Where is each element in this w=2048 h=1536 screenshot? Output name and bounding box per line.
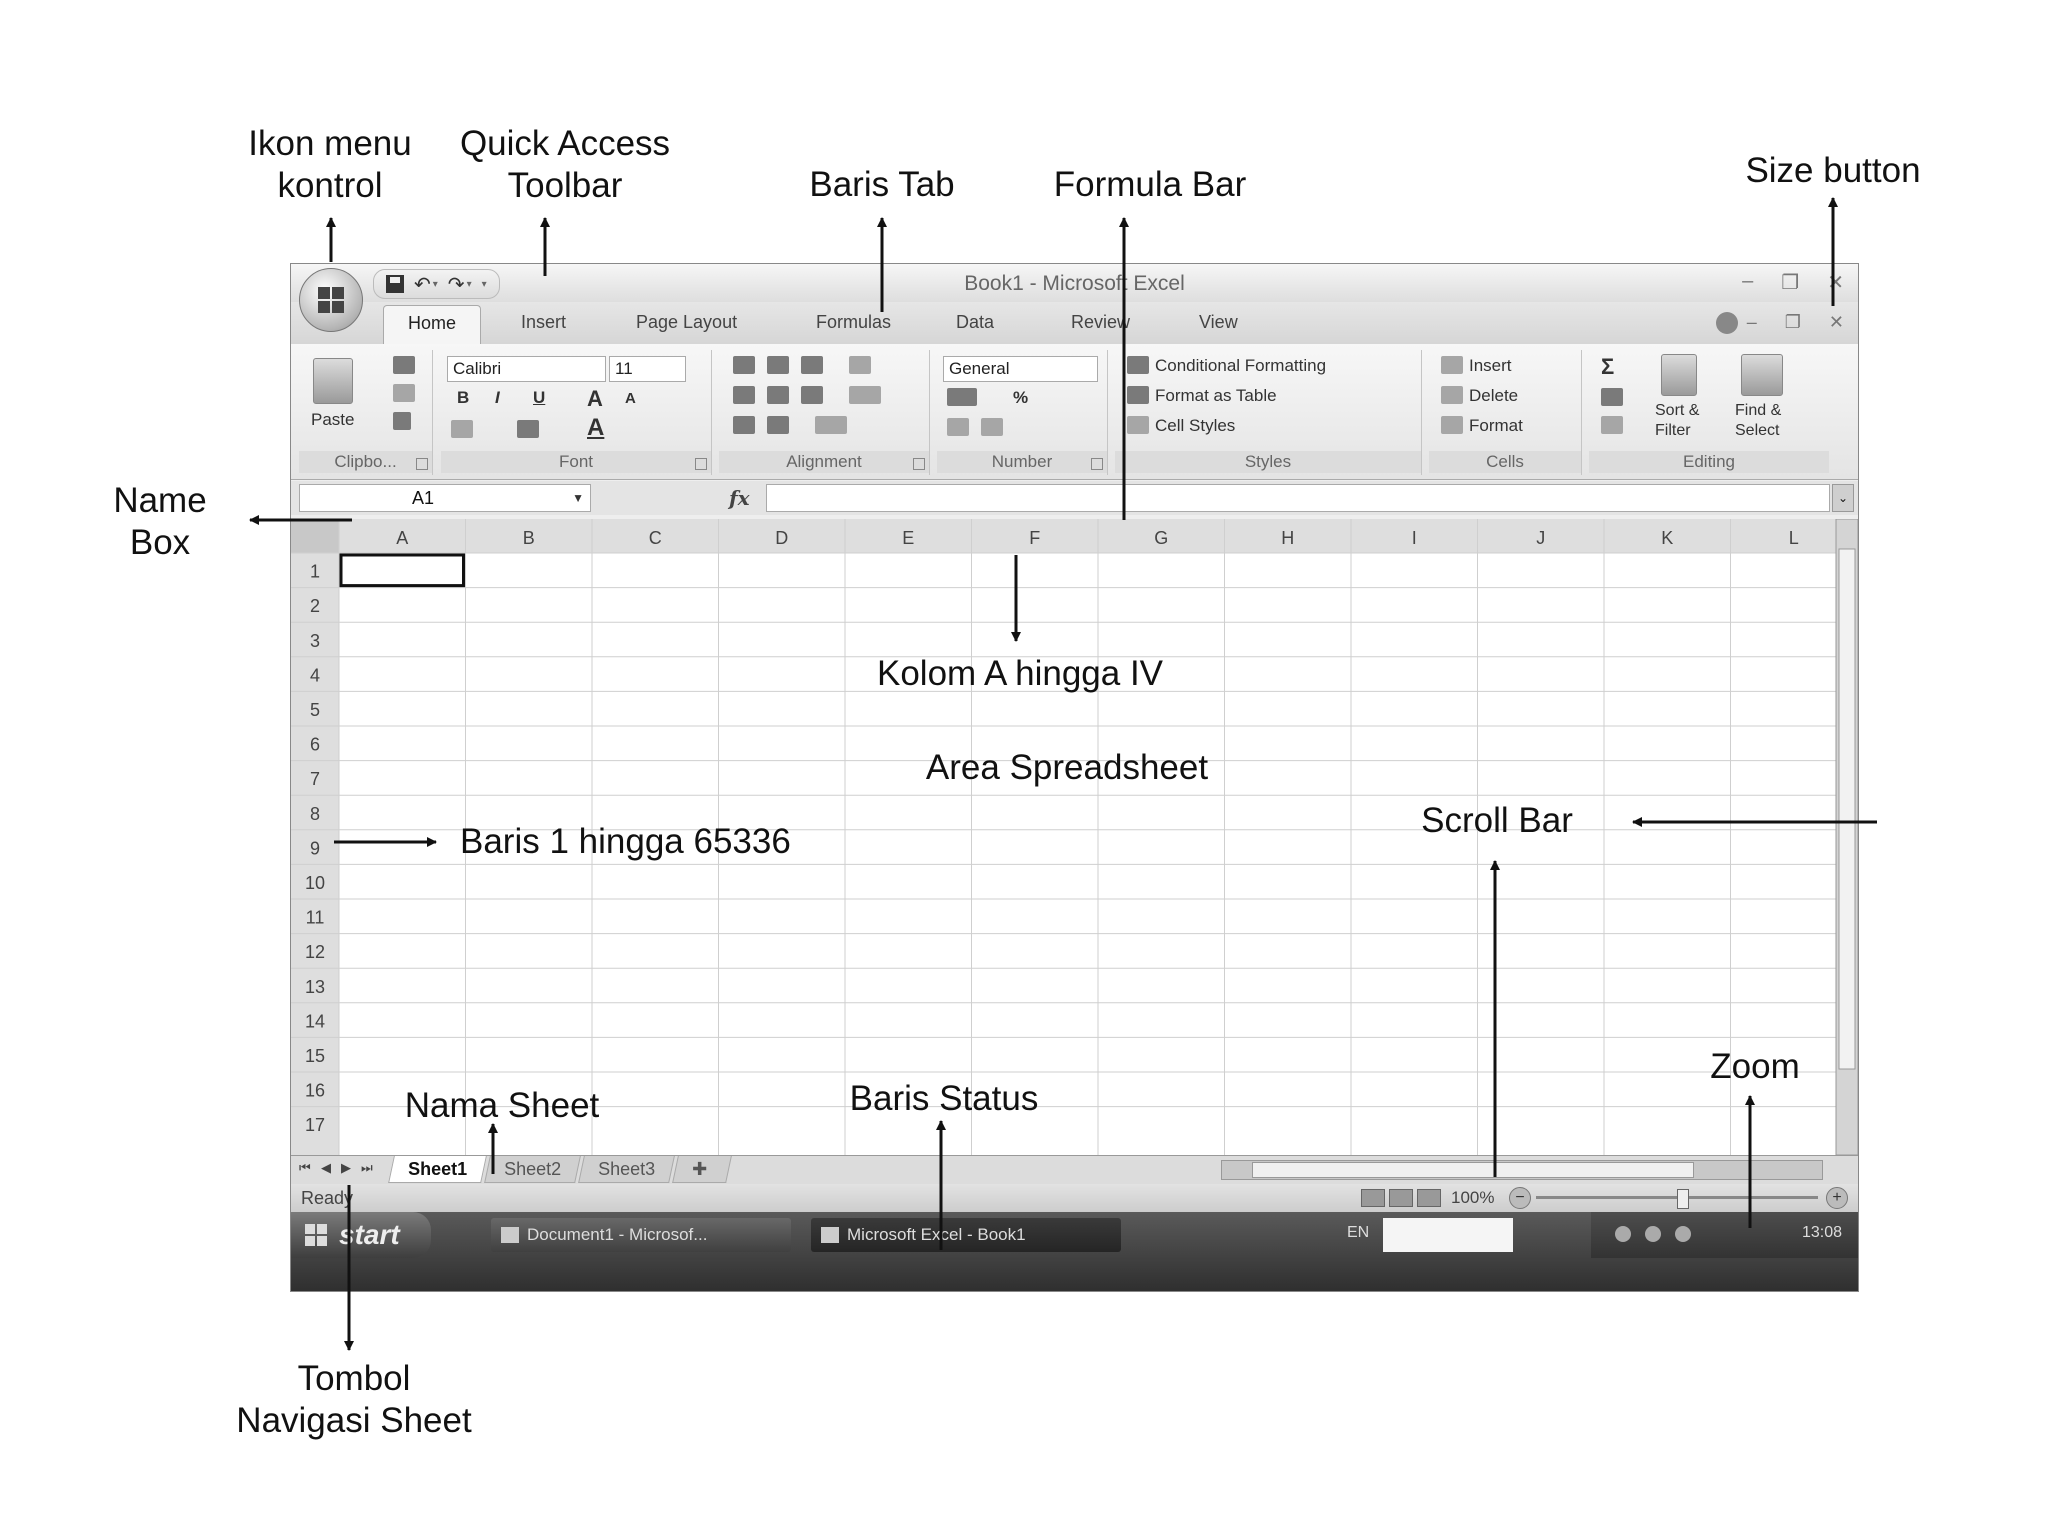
label-ikon-menu-kontrol: Ikon menu kontrol bbox=[248, 124, 412, 205]
label-area-spreadsheet: Area Spreadsheet bbox=[925, 748, 1209, 787]
label-tombol-navigasi-sheet: Tombol Navigasi Sheet bbox=[236, 1359, 472, 1440]
label-baris-tab: Baris Tab bbox=[809, 165, 955, 204]
label-formula-bar: Formula Bar bbox=[1053, 165, 1247, 204]
label-quick-access-toolbar: Quick Access Toolbar bbox=[459, 124, 671, 205]
label-kolom: Kolom A hingga IV bbox=[876, 654, 1164, 693]
label-baris: Baris 1 hingga 65336 bbox=[460, 822, 791, 861]
label-scroll-bar: Scroll Bar bbox=[1421, 801, 1573, 840]
label-nama-sheet: Nama Sheet bbox=[404, 1086, 600, 1125]
label-size-button: Size button bbox=[1745, 151, 1921, 190]
label-name-box: Name Box bbox=[113, 481, 207, 562]
office-button[interactable] bbox=[299, 268, 363, 332]
label-zoom: Zoom bbox=[1710, 1047, 1800, 1086]
label-baris-status: Baris Status bbox=[849, 1079, 1039, 1118]
office-logo-icon bbox=[318, 287, 344, 313]
